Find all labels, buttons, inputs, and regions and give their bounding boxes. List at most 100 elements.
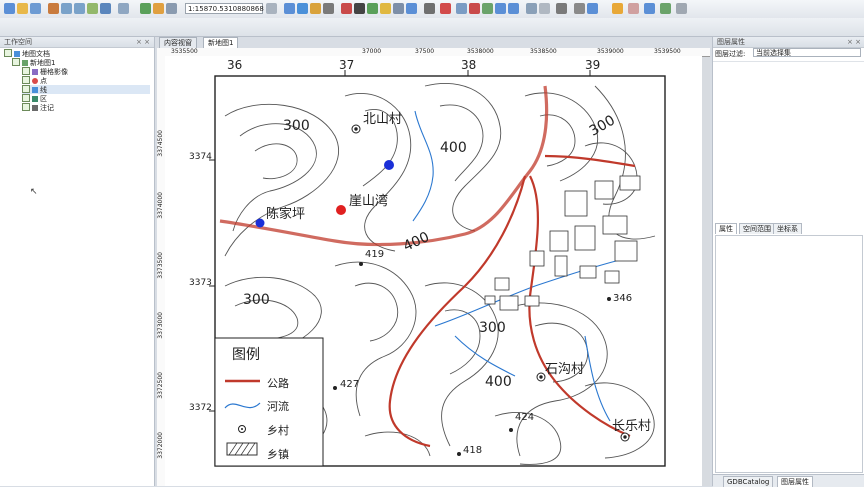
table-icon[interactable] — [393, 3, 404, 14]
dropdown-icon[interactable] — [266, 3, 277, 14]
tree-label: 注记 — [40, 104, 54, 112]
snap-icon[interactable] — [380, 3, 391, 14]
lower-tabs: 属性 空间范围 坐标系 — [713, 223, 864, 235]
ruler-number: 3373000 — [157, 312, 164, 339]
zoom-out-icon[interactable] — [74, 3, 85, 14]
elevation-label: 419 — [365, 249, 385, 260]
tree-item-line[interactable]: 线 — [22, 85, 150, 94]
measure-icon[interactable] — [310, 3, 321, 14]
annotation-layer-icon — [32, 105, 38, 111]
tree-item-raster[interactable]: 栅格影像 — [22, 67, 68, 76]
close-icon[interactable]: × × — [136, 37, 150, 47]
checkbox-icon[interactable] — [22, 94, 30, 102]
tree-item-area[interactable]: 区 — [22, 94, 47, 103]
village-label: 石沟村 — [545, 362, 585, 377]
village-label: 北山村 — [363, 112, 403, 127]
delete-icon[interactable] — [440, 3, 451, 14]
close-icon[interactable]: × × — [847, 37, 861, 47]
select-icon[interactable] — [284, 3, 295, 14]
new-icon[interactable] — [4, 3, 15, 14]
tab-gdbcatalog[interactable]: GDBCatalog — [723, 476, 774, 487]
tree-label: 线 — [40, 86, 47, 94]
point-layer-icon — [32, 78, 38, 84]
lower-content — [715, 235, 863, 473]
village-label: 长乐村 — [612, 419, 652, 434]
checkbox-icon[interactable] — [4, 49, 12, 57]
flag-icon[interactable] — [341, 3, 352, 14]
tab-coordinate-system[interactable]: 坐标系 — [773, 223, 802, 234]
contrast-icon[interactable] — [354, 3, 365, 14]
info-icon[interactable] — [297, 3, 308, 14]
ruler-number: 3372000 — [157, 432, 164, 459]
rotate-icon[interactable] — [644, 3, 655, 14]
pointer-icon[interactable] — [628, 3, 639, 14]
tab-layer-properties[interactable]: 图层属性 — [777, 476, 813, 487]
move-icon[interactable] — [456, 3, 467, 14]
zoom-in-icon[interactable] — [61, 3, 72, 14]
properties-area — [713, 61, 864, 222]
node-icon[interactable] — [424, 3, 435, 14]
map-page[interactable]: 36 37 38 39 3374 3373 3372 300 300 400 3… — [165, 56, 702, 486]
edit-icon[interactable] — [48, 3, 59, 14]
grid-label-x: 37 — [339, 58, 355, 72]
split-icon[interactable] — [660, 3, 671, 14]
line-icon[interactable] — [587, 3, 598, 14]
ruler-number: 3374000 — [157, 192, 164, 219]
filter-select[interactable]: 当前选择集 — [753, 48, 861, 57]
copy-icon[interactable] — [526, 3, 537, 14]
ruler-number: 3539000 — [597, 48, 624, 55]
refresh-icon[interactable] — [118, 3, 129, 14]
ruler-number: 3538000 — [467, 48, 494, 55]
legend-title: 图例 — [232, 347, 260, 363]
tree-item-annotation[interactable]: 注记 — [22, 103, 54, 112]
checkbox-icon[interactable] — [22, 103, 30, 111]
blue-marker — [384, 160, 394, 170]
undo-icon[interactable] — [495, 3, 506, 14]
area-icon[interactable] — [556, 3, 567, 14]
pin-icon[interactable] — [612, 3, 623, 14]
scale-input[interactable]: 1:15870.5310880868 — [185, 3, 264, 14]
contour-label: 400 — [440, 140, 467, 156]
ruler-number: 3538500 — [530, 48, 557, 55]
contour-label: 300 — [479, 320, 506, 336]
area-layer-icon — [32, 96, 38, 102]
redo-icon[interactable] — [508, 3, 519, 14]
checkbox-icon[interactable] — [12, 58, 20, 66]
properties-icon[interactable] — [406, 3, 417, 14]
grid-icon[interactable] — [323, 3, 334, 14]
tab-spatial-extent[interactable]: 空间范围 — [739, 223, 775, 234]
tree-item-point[interactable]: 点 — [22, 76, 47, 85]
grid-label-y: 3373 — [189, 278, 212, 288]
merge-icon[interactable] — [676, 3, 687, 14]
tree-item-document[interactable]: 地图文档 — [4, 49, 50, 58]
checkbox-icon[interactable] — [22, 67, 30, 75]
save-icon[interactable] — [30, 3, 41, 14]
symbol-icon[interactable] — [153, 3, 164, 14]
tool-icon[interactable] — [166, 3, 177, 14]
map-icon — [22, 60, 28, 66]
open-icon[interactable] — [17, 3, 28, 14]
check-icon[interactable] — [482, 3, 493, 14]
tab-attributes[interactable]: 属性 — [715, 223, 737, 234]
tree-item-map[interactable]: 新地图1 — [12, 58, 55, 67]
secondary-toolbar — [0, 18, 864, 37]
vertex-icon[interactable] — [574, 3, 585, 14]
tree-label: 新地图1 — [30, 59, 56, 67]
paste-icon[interactable] — [539, 3, 550, 14]
elevation-label: 427 — [340, 379, 360, 390]
layer-icon[interactable] — [140, 3, 151, 14]
cut-icon[interactable] — [469, 3, 480, 14]
full-extent-icon[interactable] — [100, 3, 111, 14]
contour-label: 400 — [485, 374, 512, 390]
red-marker — [336, 205, 346, 215]
tree-label: 区 — [40, 95, 47, 103]
document-icon — [14, 51, 20, 57]
layer-properties-title: 图层属性 — [717, 38, 745, 46]
line-layer-icon — [32, 87, 38, 93]
overview-icon[interactable] — [367, 3, 378, 14]
checkbox-icon[interactable] — [22, 76, 30, 84]
pan-icon[interactable] — [87, 3, 98, 14]
legend-item-label: 公路 — [267, 377, 289, 390]
checkbox-icon[interactable] — [22, 85, 30, 93]
layer-properties-header: 图层属性 × × — [713, 37, 864, 48]
